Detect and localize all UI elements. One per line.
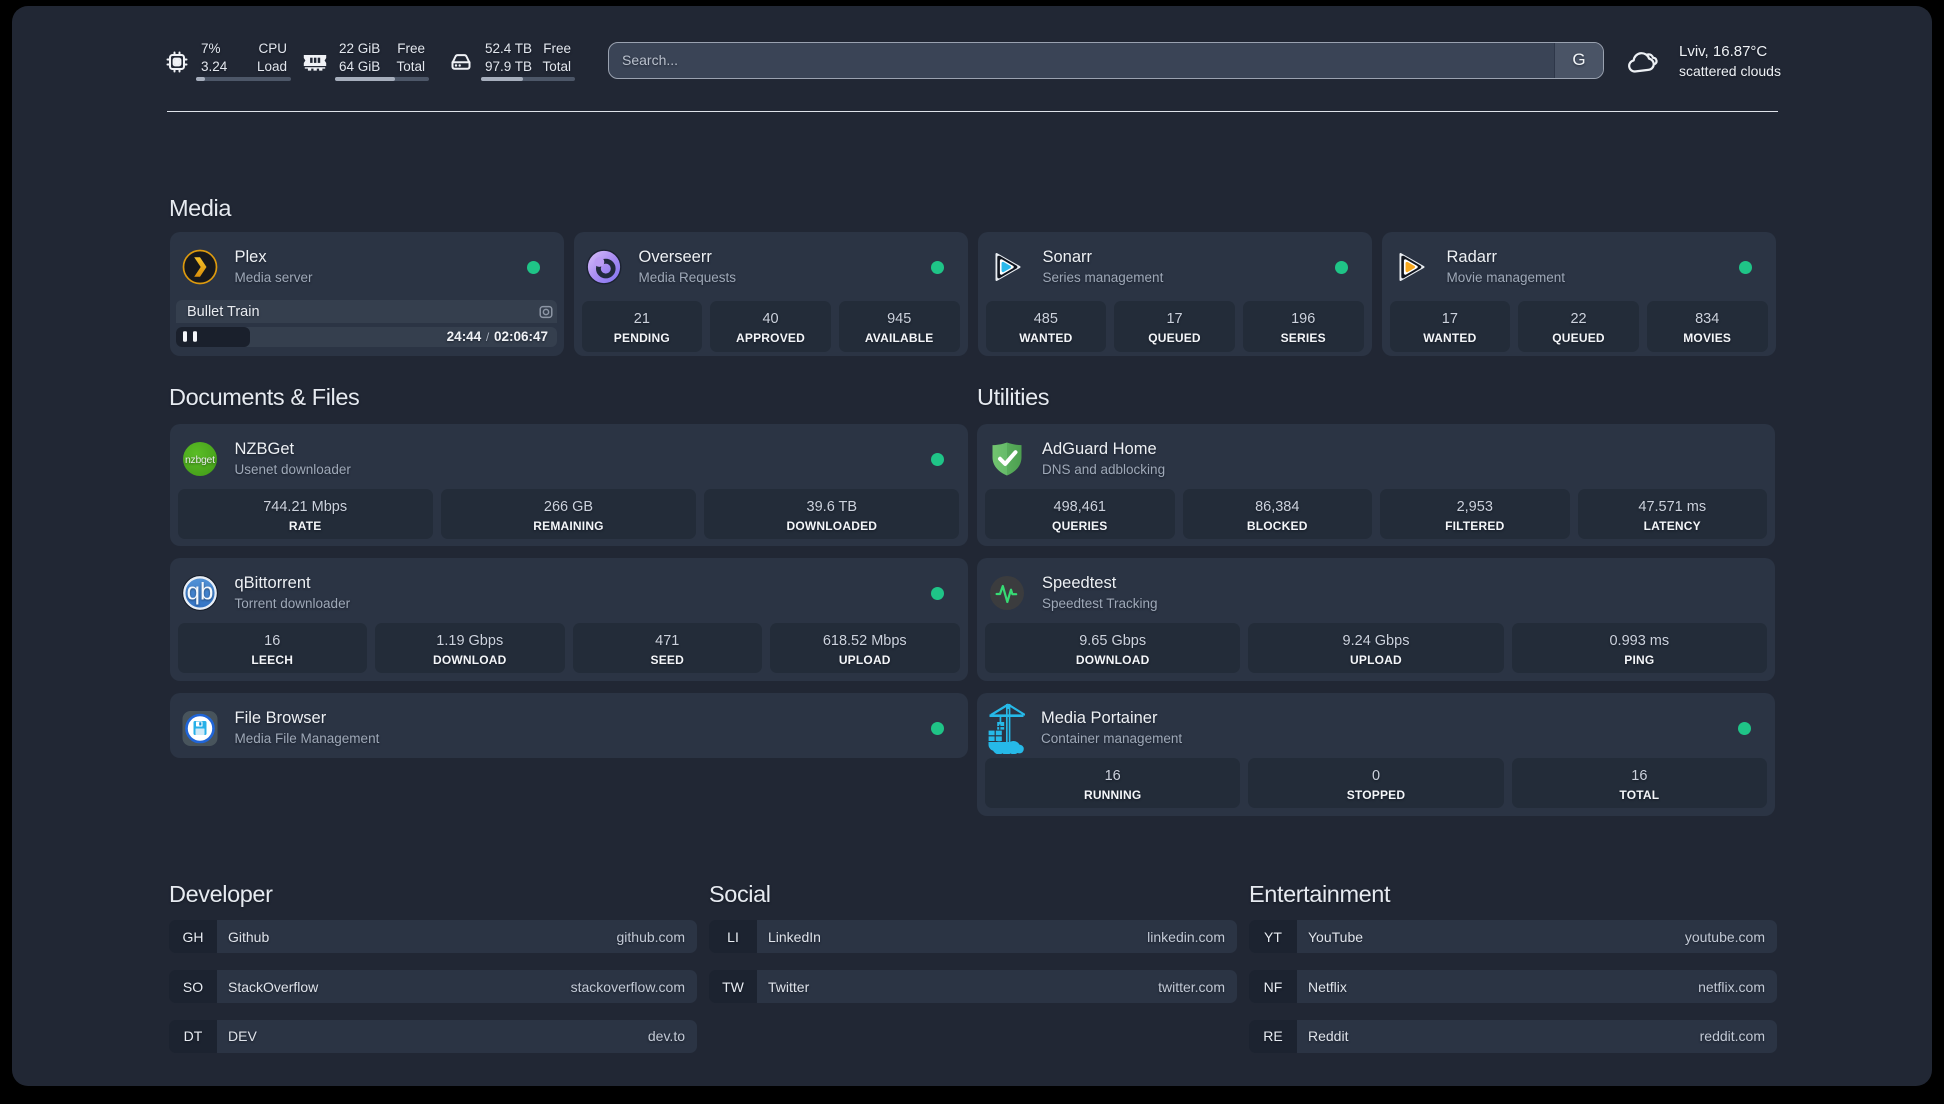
svg-text:qb: qb: [186, 578, 213, 605]
svg-text:nzbget: nzbget: [185, 453, 215, 465]
